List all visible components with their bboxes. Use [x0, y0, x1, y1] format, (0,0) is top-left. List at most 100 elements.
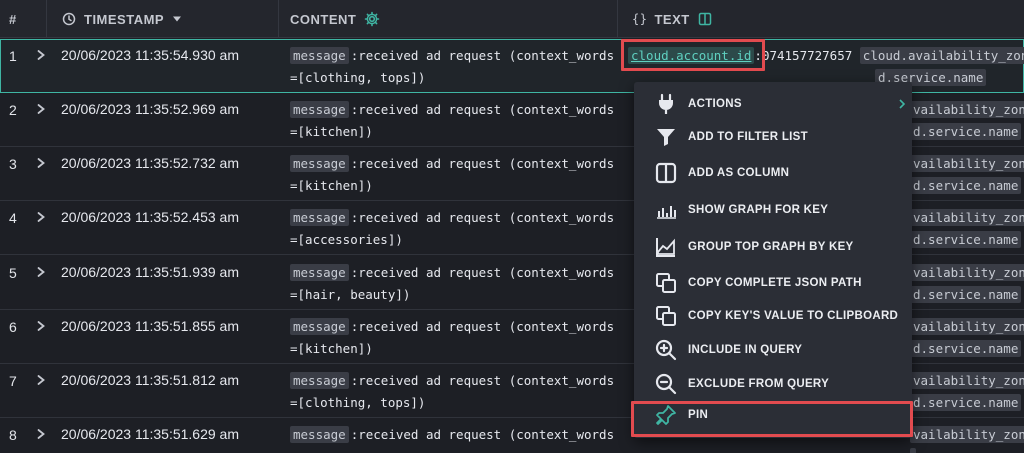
content-line1: received ad request (context_words	[358, 427, 615, 442]
row-timestamp: 20/06/2023 11:35:51.855 am	[61, 318, 240, 334]
menu-item-label: INCLUDE IN QUERY	[688, 344, 803, 356]
text-key-chip[interactable]: vailability_zone	[910, 318, 1024, 335]
menu-item-show-graph-for-key[interactable]: SHOW GRAPH FOR KEY	[634, 193, 912, 227]
chevron-right-icon[interactable]	[36, 320, 46, 332]
chevron-right-icon[interactable]	[36, 374, 46, 386]
text-value[interactable]: 074157727657	[762, 48, 852, 63]
menu-item-actions[interactable]: ACTIONS	[634, 87, 912, 121]
content-line2: =[clothing, tops])	[290, 70, 426, 85]
menu-item-label: SHOW GRAPH FOR KEY	[688, 204, 829, 216]
header-divider	[617, 0, 618, 38]
menu-item-pin[interactable]: PIN	[634, 398, 912, 432]
bar-chart-icon	[657, 206, 676, 219]
text-key-chip[interactable]: vailability_zone	[910, 101, 1024, 118]
content-key-chip[interactable]: message	[290, 155, 349, 172]
row-timestamp: 20/06/2023 11:35:52.969 am	[61, 101, 240, 117]
header-text[interactable]: {} TEXT	[632, 0, 712, 38]
text-key-chip[interactable]: vailability_zone	[910, 155, 1024, 172]
row-number: 3	[9, 156, 17, 172]
row-timestamp: 20/06/2023 11:35:52.732 am	[61, 155, 240, 171]
chevron-right-icon[interactable]	[36, 211, 46, 223]
context-menu: ACTIONS ADD TO FILTER LIST ADD AS COLUMN…	[634, 82, 912, 438]
content-key-chip[interactable]: message	[290, 372, 349, 389]
content-line1: received ad request (context_words	[358, 102, 615, 117]
row-content[interactable]: message:received ad request (context_wor…	[290, 207, 615, 251]
row-content[interactable]: message:received ad request (context_wor…	[290, 99, 615, 143]
text-key-chip[interactable]: vailability_zone	[910, 372, 1024, 389]
header-content[interactable]: CONTENT	[290, 0, 380, 38]
text-key-chip[interactable]: d.service.name	[910, 394, 1022, 411]
header-divider	[278, 0, 279, 38]
text-key-chip[interactable]: vailability_zone	[910, 209, 1024, 226]
braces-icon: {}	[632, 12, 648, 26]
menu-item-include-in-query[interactable]: INCLUDE IN QUERY	[634, 333, 912, 367]
row-timestamp: 20/06/2023 11:35:52.453 am	[61, 209, 240, 225]
text-key-chip[interactable]: d.service.name	[910, 340, 1022, 357]
plug-icon	[659, 93, 673, 114]
chevron-right-icon[interactable]	[36, 157, 46, 169]
content-line1: received ad request (context_words	[358, 265, 615, 280]
text-key-chip[interactable]: vailability_zone	[910, 264, 1024, 281]
header-num: #	[9, 11, 17, 27]
row-timestamp: 20/06/2023 11:35:51.812 am	[61, 372, 240, 388]
chevron-right-icon[interactable]	[36, 428, 46, 440]
split-panel-icon[interactable]	[698, 12, 712, 26]
content-line1: received ad request (context_words	[358, 156, 615, 171]
chevron-right-icon[interactable]	[36, 49, 46, 61]
zoom-in-icon	[655, 339, 677, 361]
content-line2: =[hair, beauty])	[290, 287, 411, 302]
content-line1: received ad request (context_words	[358, 373, 615, 388]
content-key-chip[interactable]: message	[290, 426, 349, 443]
header-content-label: CONTENT	[290, 11, 357, 27]
chevron-right-icon[interactable]	[36, 266, 46, 278]
menu-item-copy-complete-json-path[interactable]: COPY COMPLETE JSON PATH	[634, 266, 912, 300]
menu-item-copy-keys-value[interactable]: COPY KEY'S VALUE TO CLIPBOARD	[634, 299, 912, 333]
content-key-chip[interactable]: message	[290, 209, 349, 226]
menu-item-add-as-column[interactable]: ADD AS COLUMN	[634, 156, 912, 190]
chevron-right-icon[interactable]	[36, 103, 46, 115]
row-content[interactable]: message:received ad request (context_wor…	[290, 370, 615, 414]
menu-item-label: PIN	[688, 409, 709, 421]
menu-item-label: EXCLUDE FROM QUERY	[688, 378, 830, 390]
row-content[interactable]: message:received ad request (context_wor…	[290, 262, 615, 306]
clock-icon	[62, 12, 76, 26]
menu-item-label: ADD AS COLUMN	[688, 167, 790, 179]
menu-item-add-to-filter-list[interactable]: ADD TO FILTER LIST	[634, 120, 912, 154]
menu-item-label: COPY KEY'S VALUE TO CLIPBOARD	[688, 310, 899, 322]
gear-icon[interactable]	[364, 11, 380, 27]
content-key-chip[interactable]: message	[290, 47, 349, 64]
row-content[interactable]: message:received ad request (context_wor…	[290, 316, 615, 360]
content-line1: received ad request (context_words	[358, 210, 615, 225]
content-line2: =[kitchen])	[290, 341, 373, 356]
row-content[interactable]: message:received ad request (context_wor…	[290, 424, 615, 446]
row-timestamp: 20/06/2023 11:35:51.939 am	[61, 264, 240, 280]
text-key-chip[interactable]: d.service.name	[910, 177, 1022, 194]
text-key-chip[interactable]: d.service.name	[910, 231, 1022, 248]
caret-down-icon[interactable]	[172, 15, 182, 23]
text-key-chip[interactable]	[910, 448, 916, 453]
text-key-chip[interactable]: cloud.account.id	[628, 47, 755, 64]
row-content[interactable]: message:received ad request (context_wor…	[290, 153, 615, 197]
header-timestamp[interactable]: TIMESTAMP	[62, 0, 182, 38]
content-line2: =[kitchen])	[290, 178, 373, 193]
content-key-chip[interactable]: message	[290, 318, 349, 335]
content-line1: received ad request (context_words	[358, 319, 615, 334]
row-number: 8	[9, 427, 17, 443]
text-key-chip[interactable]: vailability_zone	[910, 426, 1024, 443]
copy-icon	[656, 306, 676, 326]
row-number: 2	[9, 102, 17, 118]
row-content[interactable]: message:received ad request (context_wor…	[290, 45, 615, 89]
content-line2: =[clothing, tops])	[290, 395, 426, 410]
text-separator: :	[754, 48, 762, 63]
menu-item-exclude-from-query[interactable]: EXCLUDE FROM QUERY	[634, 367, 912, 401]
chevron-right-icon	[899, 99, 906, 109]
content-key-chip[interactable]: message	[290, 264, 349, 281]
row-number: 4	[9, 210, 17, 226]
text-key-chip[interactable]: d.service.name	[910, 286, 1022, 303]
content-key-chip[interactable]: message	[290, 101, 349, 118]
text-key-chip[interactable]: cloud.availability_zone	[859, 47, 1024, 64]
row-number: 1	[9, 48, 17, 64]
text-key-chip[interactable]: d.service.name	[910, 123, 1022, 140]
menu-item-group-top-graph-by-key[interactable]: GROUP TOP GRAPH BY KEY	[634, 230, 912, 264]
area-chart-icon	[656, 238, 675, 257]
